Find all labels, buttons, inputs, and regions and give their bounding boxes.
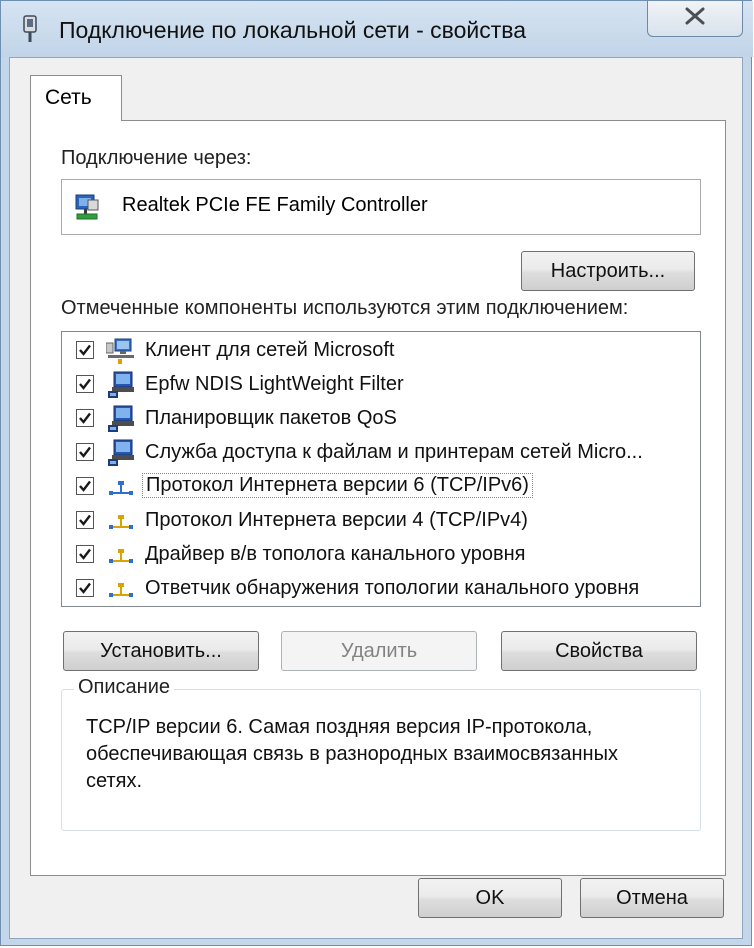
component-label: Протокол Интернета версии 6 (TCP/IPv6): [142, 473, 533, 498]
dialog-client-area: Сеть Подключение через: Realtek PCIe FE …: [9, 57, 743, 939]
adapter-name: Realtek PCIe FE Family Controller: [122, 194, 428, 216]
ok-button[interactable]: OK: [418, 878, 562, 918]
network-client-icon: [105, 337, 136, 365]
window-title: Подключение по локальной сети - свойства: [59, 17, 527, 43]
list-item[interactable]: Служба доступа к файлам и принтерам сете…: [62, 436, 700, 470]
checkbox[interactable]: [76, 511, 94, 529]
checkbox[interactable]: [76, 545, 94, 563]
list-item[interactable]: Протокол Интернета версии 4 (TCP/IPv4): [62, 504, 700, 538]
close-button[interactable]: [647, 1, 743, 37]
components-label: Отмеченные компоненты используются этим …: [61, 297, 629, 319]
install-button[interactable]: Установить...: [63, 631, 259, 671]
checkbox[interactable]: [76, 443, 94, 461]
network-card-icon: [74, 192, 102, 222]
configure-button[interactable]: Настроить...: [521, 251, 695, 291]
description-group: Описание TCP/IP версии 6. Самая поздняя …: [61, 676, 701, 831]
list-item[interactable]: Драйвер в/в тополога канального уровня: [62, 538, 700, 572]
description-legend: Описание: [74, 676, 175, 699]
checkbox[interactable]: [76, 477, 94, 495]
network-service-icon: [106, 439, 136, 467]
list-item[interactable]: Планировщик пакетов QoS: [62, 402, 700, 436]
component-label: Epfw NDIS LightWeight Filter: [145, 373, 404, 395]
list-item[interactable]: Ответчик обнаружения топологии канальног…: [62, 572, 700, 606]
adapter-box: Realtek PCIe FE Family Controller: [61, 179, 701, 235]
component-label: Протокол Интернета версии 4 (TCP/IPv4): [145, 509, 528, 531]
list-item[interactable]: Протокол Интернета версии 6 (TCP/IPv6): [62, 470, 700, 504]
network-service-icon: [106, 405, 136, 433]
description-text: TCP/IP версии 6. Самая поздняя версия IP…: [86, 716, 618, 792]
checkbox[interactable]: [76, 579, 94, 597]
protocol-icon: [106, 541, 136, 569]
component-label: Ответчик обнаружения топологии канальног…: [145, 577, 640, 599]
component-label: Планировщик пакетов QoS: [145, 407, 397, 429]
tab-network[interactable]: Сеть: [30, 75, 122, 121]
tab-panel: Подключение через: Realtek PCIe FE Famil…: [30, 120, 726, 876]
dialog-window: Подключение по локальной сети - свойства…: [0, 0, 753, 946]
properties-button[interactable]: Свойства: [501, 631, 697, 671]
title-bar[interactable]: Подключение по локальной сети - свойства: [1, 1, 753, 57]
checkbox[interactable]: [76, 375, 94, 393]
checkbox[interactable]: [76, 409, 94, 427]
cancel-button[interactable]: Отмена: [580, 878, 724, 918]
list-item[interactable]: Клиент для сетей Microsoft: [62, 334, 700, 368]
component-label: Служба доступа к файлам и принтерам сете…: [145, 441, 643, 463]
checkbox[interactable]: [76, 341, 94, 359]
components-list[interactable]: Клиент для сетей Microsoft Epfw NDIS Lig…: [61, 331, 701, 607]
component-label: Клиент для сетей Microsoft: [145, 339, 395, 361]
network-service-icon: [106, 371, 136, 399]
component-label: Драйвер в/в тополога канального уровня: [145, 543, 526, 565]
list-item[interactable]: Epfw NDIS LightWeight Filter: [62, 368, 700, 402]
protocol-icon: [106, 575, 136, 603]
remove-button[interactable]: Удалить: [281, 631, 477, 671]
close-icon: [684, 7, 706, 30]
protocol-icon: [106, 473, 136, 501]
connect-using-label: Подключение через:: [61, 147, 252, 169]
protocol-icon: [106, 507, 136, 535]
network-adapter-icon: [19, 15, 41, 45]
